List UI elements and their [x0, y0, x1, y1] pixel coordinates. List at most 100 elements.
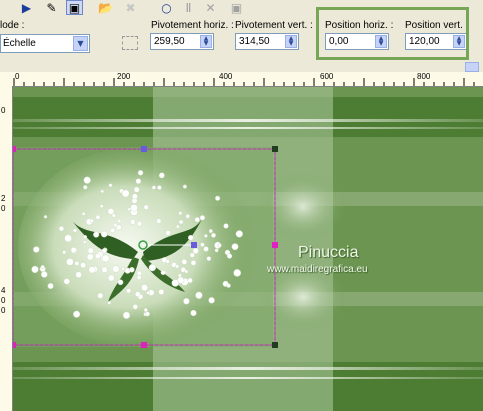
blossom [94, 253, 101, 259]
blossom [112, 265, 120, 273]
blossom [100, 189, 105, 194]
ruler-label: 400 [219, 72, 233, 81]
blossom [136, 270, 142, 276]
ruler-label: 0 [15, 72, 20, 81]
blossom [80, 262, 87, 269]
blossom [33, 246, 40, 253]
pause-icon[interactable]: Ⅱ [180, 0, 197, 15]
canvas-artwork [13, 87, 483, 411]
blossom [31, 265, 39, 274]
ruler-label: 600 [320, 72, 334, 81]
blossom [217, 243, 222, 248]
ruler-label: 0 [1, 296, 6, 305]
ruler-label: 2 [1, 194, 6, 203]
blossom [178, 211, 183, 216]
blossom [204, 234, 208, 238]
image-canvas[interactable] [13, 87, 483, 411]
blossom [214, 248, 219, 253]
blossom [136, 221, 143, 227]
play-icon[interactable]: ▶ [18, 0, 35, 15]
blossom [146, 290, 150, 295]
save-icon[interactable]: ▣ [66, 0, 83, 15]
blossom [97, 292, 104, 299]
blossom [136, 275, 142, 280]
scroll-button[interactable] [465, 62, 479, 72]
blossom [165, 259, 170, 264]
blossom [81, 212, 86, 216]
blossom [203, 246, 209, 252]
spin-arrows-icon[interactable]: ▲ ▼ [200, 35, 212, 48]
close-icon[interactable]: ✕ [202, 0, 219, 15]
blossom [82, 240, 87, 244]
blossom [109, 227, 116, 234]
vertical-ruler: 0 2 0 4 0 0 [0, 86, 13, 411]
blossom [87, 247, 94, 254]
blossom [121, 267, 125, 271]
mode-select[interactable]: Échelle ▼ [0, 34, 90, 53]
blossom [95, 214, 101, 220]
mode-value: Échelle [3, 38, 36, 49]
blossom [194, 217, 200, 223]
blossom [189, 252, 195, 258]
blossom [74, 261, 80, 266]
blossom [137, 170, 144, 176]
tool-options-palette: ▶ ✎ ▣ 📂 ✖ ○ Ⅱ ✕ ▣ lode : Échelle ▼ Pivot… [0, 0, 483, 63]
blossom [158, 288, 165, 295]
open-folder-icon[interactable]: 📂 [97, 0, 114, 15]
blossom [190, 260, 197, 266]
pivot-v-field[interactable]: 314,50 ▲ ▼ [235, 33, 299, 50]
save-disabled-icon[interactable]: ▣ [228, 0, 245, 15]
blossom [86, 253, 94, 261]
blossom [131, 193, 138, 200]
pivot-h-field[interactable]: 259,50 ▲ ▼ [150, 33, 214, 50]
blossom [73, 310, 81, 318]
blossom [143, 204, 149, 210]
blossom [160, 270, 166, 276]
blossom [83, 235, 88, 240]
ruler-label: 200 [117, 72, 131, 81]
record-icon[interactable]: ○ [158, 0, 175, 15]
pivot-icon [122, 36, 138, 50]
chevron-down-icon[interactable]: ▼ [73, 36, 88, 51]
blossom [208, 229, 213, 234]
blossom [215, 195, 221, 201]
blossom [157, 185, 162, 190]
blossom [117, 218, 122, 224]
blossom [178, 219, 184, 225]
ruler-label: 0 [1, 204, 6, 213]
blossom [135, 178, 142, 185]
blossom [143, 307, 148, 313]
blossom [127, 207, 132, 212]
blossom [90, 218, 95, 223]
mode-label: lode : [0, 20, 25, 31]
blossom [107, 208, 115, 215]
spin-arrows-icon[interactable]: ▲ ▼ [285, 35, 297, 48]
blossom [112, 222, 118, 228]
blossom [148, 263, 157, 272]
blossom [134, 291, 141, 298]
blossom [130, 219, 136, 225]
blossom [165, 230, 171, 236]
edit-icon[interactable]: ✎ [43, 0, 60, 15]
blossom [101, 254, 110, 263]
cancel-icon[interactable]: ✖ [122, 0, 139, 15]
blossom [187, 277, 193, 284]
blossom [40, 264, 45, 269]
blossom [62, 250, 67, 255]
blossom [195, 291, 203, 299]
position-fields-highlight [316, 7, 469, 60]
blossom [158, 172, 165, 179]
pivot-h-value: 259,50 [154, 36, 185, 47]
blossom [199, 215, 206, 221]
blossom [192, 247, 199, 254]
scroll-area [0, 62, 483, 72]
blossom [130, 204, 138, 212]
blossom [83, 176, 91, 184]
blossom [185, 213, 190, 219]
blossom [70, 246, 77, 253]
watermark-title: Pinuccia [298, 244, 359, 261]
blossom [117, 279, 124, 286]
blossom [129, 267, 135, 273]
blossom [151, 185, 157, 190]
ruler-label: 0 [1, 106, 6, 115]
